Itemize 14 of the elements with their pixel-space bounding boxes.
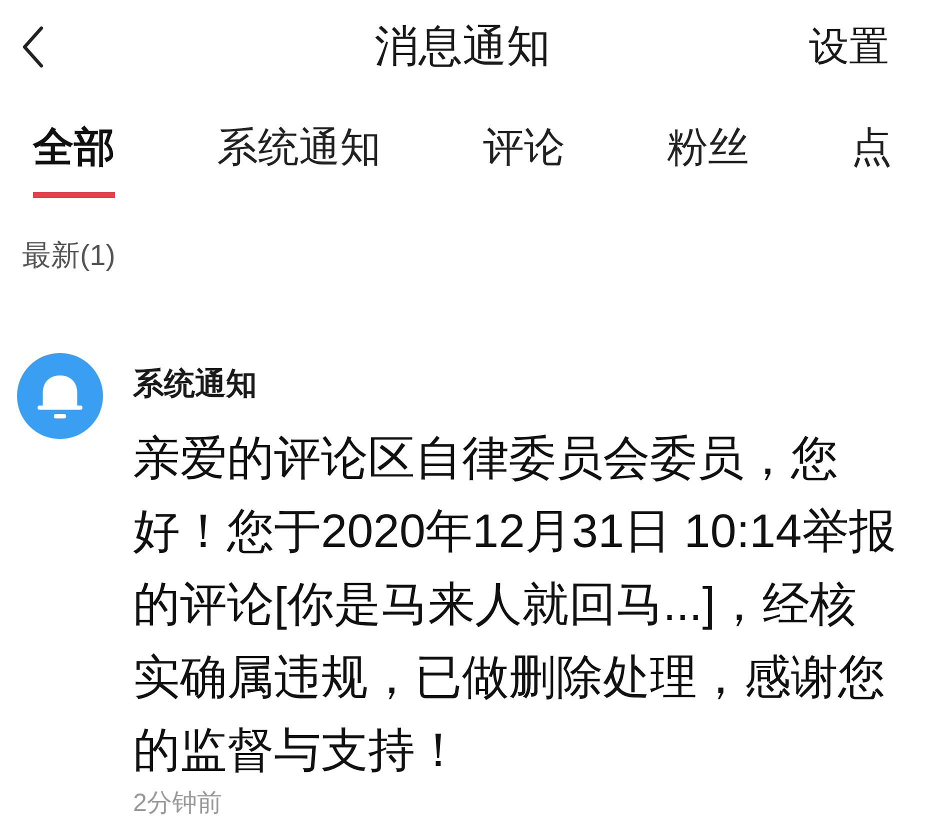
tab[interactable]: 点	[851, 123, 892, 198]
back-button[interactable]	[20, 26, 46, 68]
tab[interactable]: 评论	[483, 123, 565, 198]
sender-name: 系统通知	[133, 364, 257, 402]
bell-icon	[17, 352, 103, 439]
tab[interactable]: 粉丝	[667, 123, 749, 198]
back-icon	[20, 26, 46, 68]
settings-button[interactable]: 设置	[809, 23, 889, 71]
tab[interactable]: 系统通知	[217, 123, 381, 198]
section-heading: 最新(1)	[22, 239, 116, 274]
notification-message: 亲爱的评论区自律委员会委员，您好！您于2020年12月31日 10:14举报的评论[你是马来人就回马...]，经核实确属违规，已做删除处理，感谢您的监督与支持！	[133, 430, 897, 778]
tab[interactable]: 全部	[33, 123, 115, 198]
page-title: 消息通知	[374, 20, 550, 73]
timestamp: 2分钟前	[133, 788, 222, 818]
